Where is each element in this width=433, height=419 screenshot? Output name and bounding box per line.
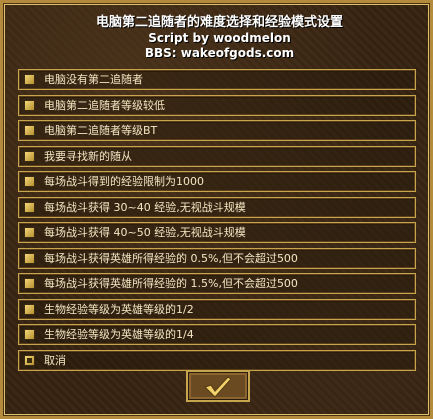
option-row[interactable]: 电脑没有第二追随者 bbox=[18, 69, 416, 90]
option-row[interactable]: 每场战斗获得英雄所得经验的 1.5%,但不会超过500 bbox=[18, 273, 416, 294]
dialog-title: 电脑第二追随者的难度选择和经验模式设置 bbox=[95, 15, 343, 30]
checkbox[interactable] bbox=[24, 125, 35, 136]
checkbox[interactable] bbox=[24, 74, 35, 85]
option-label: 电脑没有第二追随者 bbox=[44, 73, 143, 86]
checkbox[interactable] bbox=[24, 303, 35, 315]
checkbox[interactable] bbox=[24, 201, 35, 213]
option-label: 生物经验等级为英雄等级的1/2 bbox=[44, 302, 194, 316]
checkbox[interactable] bbox=[24, 176, 35, 187]
option-row[interactable]: 每场战斗获得 30~40 经验,无视战斗规模 bbox=[18, 196, 416, 218]
option-row[interactable]: 我要寻找新的随从 bbox=[18, 145, 416, 167]
option-row[interactable]: 生物经验等级为英雄等级的1/2 bbox=[18, 298, 416, 320]
option-label: 每场战斗获得英雄所得经验的 0.5%,但不会超过500 bbox=[44, 251, 298, 265]
checkbox[interactable] bbox=[24, 329, 35, 340]
option-label: 电脑第二追随者等级BT bbox=[44, 124, 158, 137]
option-label: 每场战斗获得 30~40 经验,无视战斗规模 bbox=[44, 200, 246, 214]
option-row[interactable]: 取消 bbox=[18, 349, 416, 371]
option-row[interactable]: 每场战斗获得 40~50 经验,无视战斗规模 bbox=[18, 222, 416, 243]
option-label: 每场战斗获得英雄所得经验的 1.5%,但不会超过500 bbox=[44, 277, 298, 290]
option-row[interactable]: 每场战斗获得英雄所得经验的 0.5%,但不会超过500 bbox=[18, 247, 416, 269]
script-credit: Script by woodmelon bbox=[148, 31, 291, 45]
checkbox[interactable] bbox=[24, 99, 35, 111]
option-row[interactable]: 电脑第二追随者等级较低 bbox=[18, 94, 416, 116]
checkbox[interactable] bbox=[24, 150, 35, 162]
option-label: 每场战斗获得 40~50 经验,无视战斗规模 bbox=[44, 226, 246, 239]
dialog: 电脑第二追随者的难度选择和经验模式设置 Script by woodmelon … bbox=[0, 0, 433, 419]
option-list: 电脑没有第二追随者 电脑第二追随者等级较低 电脑第二追随者等级BT 我要寻找新的… bbox=[18, 69, 416, 375]
dialog-header: 电脑第二追随者的难度选择和经验模式设置 Script by woodmelon … bbox=[3, 15, 433, 61]
option-row[interactable]: 每场战斗得到的经验限制为1000 bbox=[18, 171, 416, 192]
option-row[interactable]: 电脑第二追随者等级BT bbox=[18, 120, 416, 141]
option-row[interactable]: 生物经验等级为英雄等级的1/4 bbox=[18, 324, 416, 345]
option-label: 我要寻找新的随从 bbox=[44, 149, 132, 163]
option-label: 生物经验等级为英雄等级的1/4 bbox=[44, 328, 194, 341]
checkbox[interactable] bbox=[24, 227, 35, 238]
checkbox[interactable] bbox=[24, 252, 35, 264]
checkbox-checked[interactable] bbox=[24, 354, 35, 366]
checkmark-icon bbox=[203, 376, 232, 398]
ok-button[interactable] bbox=[186, 370, 250, 402]
checkbox[interactable] bbox=[24, 278, 35, 289]
option-label: 电脑第二追随者等级较低 bbox=[44, 98, 165, 112]
option-label: 取消 bbox=[44, 353, 66, 367]
option-label: 每场战斗得到的经验限制为1000 bbox=[44, 175, 204, 188]
bbs-link: BBS: wakeofgods.com bbox=[144, 46, 295, 60]
